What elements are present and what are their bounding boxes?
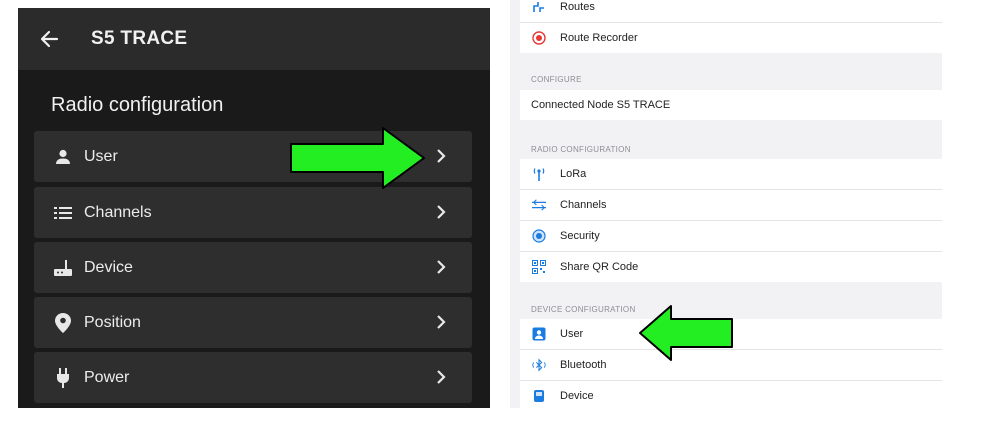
list-item-label: LoRa — [560, 168, 587, 180]
list-icon — [52, 202, 74, 224]
list-item-label: Routes — [560, 1, 595, 13]
device-icon — [532, 389, 546, 403]
list-item-label: Connected Node S5 TRACE — [531, 99, 671, 111]
list-item-connected-node[interactable]: Connected Node S5 TRACE — [520, 90, 942, 120]
list-item-label: Share QR Code — [560, 261, 639, 273]
user-card-icon — [532, 327, 546, 341]
chevron-right-icon — [437, 149, 446, 163]
list-item-routes[interactable]: Routes — [520, 0, 942, 23]
settings-row-label: Power — [84, 368, 130, 386]
section-header-device-configuration: DEVICE CONFIGURATION — [531, 305, 636, 314]
antenna-icon — [532, 167, 546, 181]
router-icon — [52, 257, 74, 279]
list-item-device[interactable]: Device — [520, 381, 942, 408]
radio-configuration-group: LoRa Channels Security Share QR Code — [520, 159, 942, 282]
location-pin-icon — [52, 312, 74, 334]
bluetooth-icon — [532, 358, 546, 372]
list-item-share-qr-code[interactable]: Share QR Code — [520, 252, 942, 282]
person-icon — [52, 146, 74, 168]
security-icon — [532, 229, 546, 243]
settings-row-label: User — [84, 147, 118, 165]
settings-row-power[interactable]: Power — [34, 352, 472, 403]
android-settings-panel: S5 TRACE Radio configuration User Channe… — [18, 8, 490, 408]
section-header-radio-configuration: RADIO CONFIGURATION — [531, 145, 631, 154]
routes-icon — [532, 0, 546, 14]
chevron-right-icon — [437, 260, 446, 274]
list-item-label: Route Recorder — [560, 32, 638, 44]
list-item-label: User — [560, 328, 584, 340]
list-item-lora[interactable]: LoRa — [520, 159, 942, 190]
app-bar-title: S5 TRACE — [91, 28, 188, 49]
chevron-right-icon — [437, 205, 446, 219]
settings-row-device[interactable]: Device — [34, 242, 472, 293]
list-item-label: Bluetooth — [560, 359, 607, 371]
back-arrow-icon[interactable] — [36, 26, 62, 52]
settings-row-channels[interactable]: Channels — [34, 187, 472, 238]
section-header-configure: CONFIGURE — [531, 75, 582, 84]
list-item-security[interactable]: Security — [520, 221, 942, 252]
settings-row-position[interactable]: Position — [34, 297, 472, 348]
power-plug-icon — [52, 367, 74, 389]
list-item-label: Security — [560, 230, 600, 242]
app-bar: S5 TRACE — [18, 8, 490, 70]
list-item-label: Device — [560, 390, 594, 402]
chevron-right-icon — [437, 370, 446, 384]
channels-icon — [532, 198, 546, 212]
settings-row-label: Device — [84, 258, 133, 276]
chevron-right-icon — [437, 315, 446, 329]
green-arrow-right-icon — [290, 127, 425, 189]
record-icon — [532, 31, 546, 45]
list-item-label: Channels — [560, 199, 607, 211]
list-item-route-recorder[interactable]: Route Recorder — [520, 23, 942, 53]
list-item-channels[interactable]: Channels — [520, 190, 942, 221]
qr-code-icon — [532, 260, 546, 274]
settings-row-label: Channels — [84, 203, 152, 221]
green-arrow-left-icon — [639, 305, 733, 361]
settings-row-label: Position — [84, 313, 141, 331]
top-group: Routes Route Recorder — [520, 0, 942, 53]
configure-group: Connected Node S5 TRACE — [520, 90, 942, 120]
